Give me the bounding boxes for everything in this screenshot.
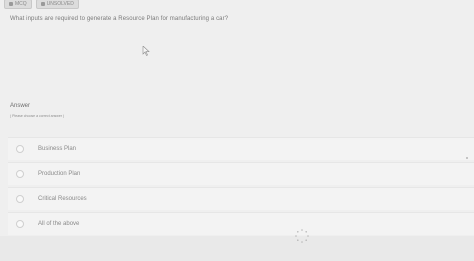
option-all-of-the-above[interactable]: All of the above [8, 212, 474, 235]
option-label: Business Plan [38, 146, 77, 152]
loading-spinner-icon [295, 229, 309, 243]
option-label: All of the above [38, 221, 80, 227]
status-tag: UNSOLVED [35, 0, 79, 9]
radio-button[interactable] [16, 145, 24, 153]
mcq-tag-label: MCQ [15, 1, 27, 7]
scroll-indicator [466, 157, 468, 159]
option-production-plan[interactable]: Production Plan [8, 162, 474, 185]
question-text: What inputs are required to generate a R… [10, 16, 229, 22]
status-icon [40, 2, 45, 6]
answer-hint: ( Please choose a correct answer ) [10, 114, 65, 118]
option-label: Critical Resources [38, 196, 87, 202]
radio-button[interactable] [16, 170, 24, 178]
pointer-cursor-icon [142, 46, 150, 56]
top-bar: MCQ UNSOLVED [0, 0, 474, 9]
mcq-tag: MCQ [4, 0, 32, 9]
radio-button[interactable] [16, 195, 24, 203]
bottom-area [0, 236, 474, 261]
answer-label: Answer [10, 103, 31, 109]
radio-button[interactable] [16, 220, 24, 228]
option-business-plan[interactable]: Business Plan [8, 137, 474, 160]
option-label: Production Plan [38, 171, 81, 177]
tag-icon [9, 2, 13, 6]
status-tag-label: UNSOLVED [46, 1, 74, 7]
option-critical-resources[interactable]: Critical Resources [8, 187, 474, 210]
